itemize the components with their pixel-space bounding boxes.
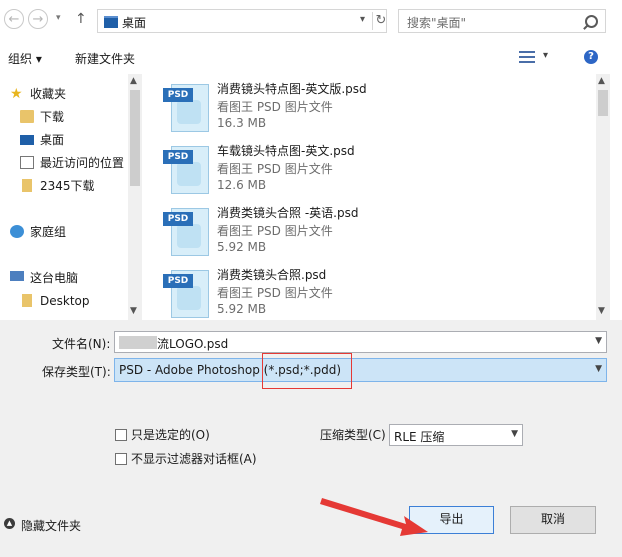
forward-button[interactable]: → (28, 9, 48, 29)
file-size: 5.92 MB (217, 302, 267, 316)
file-item[interactable]: PSD 车载镜头特点图-英文.psd 看图王 PSD 图片文件 12.6 MB (163, 140, 583, 202)
download-folder-icon (20, 110, 34, 123)
search-placeholder: 搜索"桌面" (407, 16, 467, 30)
hide-folders-button[interactable]: 隐藏文件夹 (21, 517, 81, 534)
file-item[interactable]: PSD 消费类镜头合照.psd 看图王 PSD 图片文件 5.92 MB (163, 264, 583, 326)
only-selected-checkbox[interactable] (115, 429, 127, 441)
psd-file-icon: PSD (163, 270, 209, 318)
file-size: 12.6 MB (217, 178, 267, 192)
recent-places-icon (20, 156, 34, 169)
desktop-folder-icon (104, 16, 118, 28)
file-item[interactable]: PSD 消费类镜头合照 -英语.psd 看图王 PSD 图片文件 5.92 MB (163, 202, 583, 264)
address-location: 桌面 (122, 16, 147, 30)
annotation-highlight-box (262, 353, 352, 389)
annotation-arrow-icon (320, 498, 428, 536)
back-button[interactable]: ← (4, 9, 24, 29)
file-type: 看图王 PSD 图片文件 (217, 100, 333, 114)
collapse-up-icon[interactable]: ▲ (4, 518, 15, 529)
refresh-icon[interactable]: ↻ (372, 12, 389, 30)
view-options-icon[interactable] (519, 51, 535, 63)
blurred-text (119, 336, 157, 349)
save-options-panel: 文件名(N): 流LOGO.psd ▼ 保存类型(T): PSD - Adobe… (0, 320, 622, 557)
filename-label: 文件名(N): (52, 337, 111, 351)
no-filter-dialog-label[interactable]: 不显示过滤器对话框(A) (131, 450, 257, 467)
filetype-label: 保存类型(T): (42, 365, 111, 379)
filename-input[interactable]: 流LOGO.psd ▼ (114, 331, 607, 353)
search-icon[interactable] (585, 15, 598, 28)
file-size: 5.92 MB (217, 240, 267, 254)
file-list-scrollbar[interactable]: ▲ ▼ (596, 74, 610, 320)
address-dropdown-icon[interactable]: ▾ (360, 14, 365, 25)
file-item[interactable]: PSD 消费镜头特点图-英文版.psd 看图王 PSD 图片文件 16.3 MB (163, 78, 583, 140)
up-arrow-icon[interactable]: ↑ (75, 11, 87, 27)
file-name: 消费类镜头合照.psd (217, 268, 327, 282)
folder-icon (22, 294, 32, 307)
only-selected-label[interactable]: 只是选定的(O) (131, 426, 210, 443)
address-bar[interactable]: 桌面 ▾ ↻ (97, 9, 387, 33)
scroll-down-icon[interactable]: ▼ (130, 306, 137, 316)
file-name: 消费镜头特点图-英文版.psd (217, 82, 367, 96)
no-filter-dialog-checkbox[interactable] (115, 453, 127, 465)
help-icon[interactable]: ? (584, 50, 598, 64)
file-name: 车载镜头特点图-英文.psd (217, 144, 355, 158)
new-folder-button[interactable]: 新建文件夹 (75, 50, 135, 67)
folder-icon (22, 179, 32, 192)
file-type: 看图王 PSD 图片文件 (217, 224, 333, 238)
search-input[interactable]: 搜索"桌面" (398, 9, 606, 33)
file-type: 看图王 PSD 图片文件 (217, 286, 333, 300)
compression-value: RLE 压缩 (394, 430, 445, 444)
psd-file-icon: PSD (163, 208, 209, 256)
chevron-down-icon[interactable]: ▼ (595, 336, 602, 346)
file-size: 16.3 MB (217, 116, 267, 130)
compression-label: 压缩类型(C) (320, 428, 386, 442)
star-icon: ★ (10, 86, 23, 102)
chevron-down-icon[interactable]: ▼ (511, 429, 518, 439)
nav-scroll-thumb[interactable] (130, 90, 140, 186)
scroll-down-icon[interactable]: ▼ (598, 306, 605, 316)
psd-file-icon: PSD (163, 146, 209, 194)
filetype-select[interactable]: PSD - Adobe Photoshop (*.psd;*.pdd) ▼ (114, 358, 607, 382)
scroll-up-icon[interactable]: ▲ (598, 76, 605, 86)
scroll-up-icon[interactable]: ▲ (130, 76, 137, 86)
navigation-pane: ★ 收藏夹 下载 桌面 最近访问的位置 2345下载 家庭组 这台电脑 Desk… (10, 86, 125, 308)
file-name: 消费类镜头合照 -英语.psd (217, 206, 359, 220)
chevron-down-icon[interactable]: ▼ (595, 364, 602, 374)
file-scroll-thumb[interactable] (598, 90, 608, 116)
organize-button[interactable]: 组织 ▾ (8, 50, 42, 67)
psd-file-icon: PSD (163, 84, 209, 132)
homegroup-icon (10, 225, 24, 238)
computer-icon (10, 271, 24, 281)
nav-pane-scrollbar[interactable]: ▲ ▼ (128, 74, 142, 320)
cancel-button[interactable]: 取消 (510, 506, 596, 534)
view-dropdown-icon[interactable]: ▾ (543, 50, 548, 61)
compression-select[interactable]: RLE 压缩 ▼ (389, 424, 523, 446)
file-type: 看图王 PSD 图片文件 (217, 162, 333, 176)
desktop-icon (20, 135, 34, 145)
filename-value: 流LOGO.psd (157, 337, 229, 351)
recent-locations-dropdown-icon[interactable]: ▾ (56, 13, 61, 23)
